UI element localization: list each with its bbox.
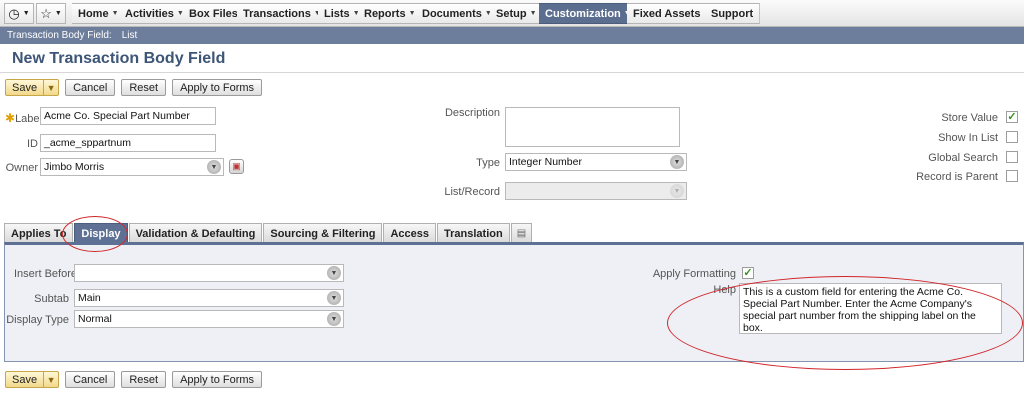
chevron-down-icon: ▼ [327, 266, 341, 280]
record-is-parent-label: Record is Parent [916, 171, 998, 183]
breadcrumb-list-link[interactable]: List [122, 30, 138, 41]
tab-display[interactable]: Display [74, 223, 128, 243]
label-input[interactable]: Acme Co. Special Part Number [40, 107, 216, 125]
clock-icon: ◷ [8, 5, 20, 21]
recent-records-button[interactable]: ◷ ▼ [4, 3, 34, 24]
page-title: New Transaction Body Field [12, 50, 226, 67]
global-search-label: Global Search [928, 152, 998, 164]
cancel-button[interactable]: Cancel [65, 371, 116, 388]
nav-transactions[interactable]: Transactions▼ [237, 3, 328, 24]
tab-applies-to[interactable]: Applies To [4, 223, 74, 243]
tab-validation-defaulting[interactable]: Validation & Defaulting [128, 223, 263, 243]
nav-reports[interactable]: Reports ▼ [358, 3, 423, 24]
nav-setup[interactable]: Setup ▼ [490, 3, 544, 24]
help-textarea[interactable]: This is a custom field for entering the … [739, 283, 1002, 334]
apply-formatting-checkbox[interactable]: ✓ [742, 267, 754, 279]
reset-button[interactable]: Reset [121, 371, 167, 388]
new-owner-icon[interactable]: ▣ [229, 159, 244, 174]
list-record-select: ▼ [505, 182, 687, 200]
tab-translation[interactable]: Translation [437, 223, 510, 243]
display-type-label: Display Type [6, 314, 69, 326]
list-record-field-label: List/Record [444, 186, 500, 198]
id-input[interactable]: _acme_sppartnum [40, 134, 216, 152]
apply-to-forms-button[interactable]: Apply to Forms [172, 371, 263, 388]
required-icon: ✱ [5, 111, 16, 125]
store-value-label: Store Value [941, 112, 998, 124]
nav-documents[interactable]: Documents ▼ [416, 3, 499, 24]
owner-field-label: Owner [5, 162, 38, 174]
nav-box-files[interactable]: Box Files [183, 3, 245, 24]
checkmark-icon: ✓ [1007, 111, 1017, 123]
subtab-select[interactable]: Main ▼ [74, 289, 344, 307]
owner-select[interactable]: Jimbo Morris ▼ [40, 158, 224, 176]
show-in-list-label: Show In List [938, 132, 998, 144]
tab-sourcing-filtering[interactable]: Sourcing & Filtering [263, 223, 383, 243]
save-button[interactable]: Save ▼ [5, 79, 60, 96]
star-icon: ☆ [40, 5, 52, 21]
chevron-down-icon: ▼ [327, 312, 341, 326]
nav-support[interactable]: Support [705, 3, 761, 24]
checkmark-icon: ✓ [743, 267, 753, 279]
breadcrumb-section: Transaction Body Field: [7, 30, 112, 41]
chevron-down-icon: ▼ [207, 160, 221, 174]
chevron-down-icon: ▼ [670, 184, 684, 198]
apply-formatting-label: Apply Formatting [652, 268, 736, 280]
tab-overview[interactable]: ▤ [510, 223, 533, 243]
show-in-list-checkbox[interactable] [1006, 131, 1018, 143]
store-value-checkbox[interactable]: ✓ [1006, 111, 1018, 123]
nav-customization[interactable]: Customization▼ [539, 3, 638, 24]
nav-activities[interactable]: Activities ▼ [119, 3, 191, 24]
help-label: Help [713, 284, 736, 296]
chevron-down-icon: ▼ [670, 155, 684, 169]
tab-access[interactable]: Access [383, 223, 437, 243]
display-type-select[interactable]: Normal ▼ [74, 310, 344, 328]
top-button-row: Save ▼ Cancel Reset Apply to Forms [5, 79, 263, 96]
save-button[interactable]: Save ▼ [5, 371, 60, 388]
subtab-label: Subtab [34, 293, 69, 305]
type-select[interactable]: Integer Number ▼ [505, 153, 687, 171]
apply-to-forms-button[interactable]: Apply to Forms [172, 79, 263, 96]
cancel-button[interactable]: Cancel [65, 79, 116, 96]
record-is-parent-checkbox[interactable] [1006, 170, 1018, 182]
nav-fixed-assets[interactable]: Fixed Assets▼ [627, 3, 718, 24]
insert-before-select[interactable]: ▼ [74, 264, 344, 282]
id-field-label: ID [27, 138, 38, 150]
shortcuts-button[interactable]: ☆ ▼ [36, 3, 66, 24]
chevron-down-icon: ▼ [327, 291, 341, 305]
type-field-label: Type [476, 157, 500, 169]
label-field-label: ✱Label [5, 111, 42, 125]
description-input[interactable] [505, 107, 680, 147]
nav-home[interactable]: Home ▼ [72, 3, 126, 24]
global-search-checkbox[interactable] [1006, 151, 1018, 163]
breadcrumb: Transaction Body Field: List [0, 27, 1024, 44]
subtab-bar: Applies To Display Validation & Defaulti… [4, 223, 533, 243]
reset-button[interactable]: Reset [121, 79, 167, 96]
bottom-button-row: Save ▼ Cancel Reset Apply to Forms [5, 371, 263, 388]
title-divider [0, 72, 1024, 73]
save-menu-arrow-icon[interactable]: ▼ [43, 372, 58, 387]
top-navigation: ◷ ▼ ☆ ▼ Home ▼ Activities ▼ Box Files Transa… [0, 0, 1024, 27]
save-menu-arrow-icon[interactable]: ▼ [43, 80, 58, 95]
list-view-icon: ▤ [516, 228, 527, 239]
description-field-label: Description [444, 107, 500, 119]
insert-before-label: Insert Before [14, 268, 77, 280]
